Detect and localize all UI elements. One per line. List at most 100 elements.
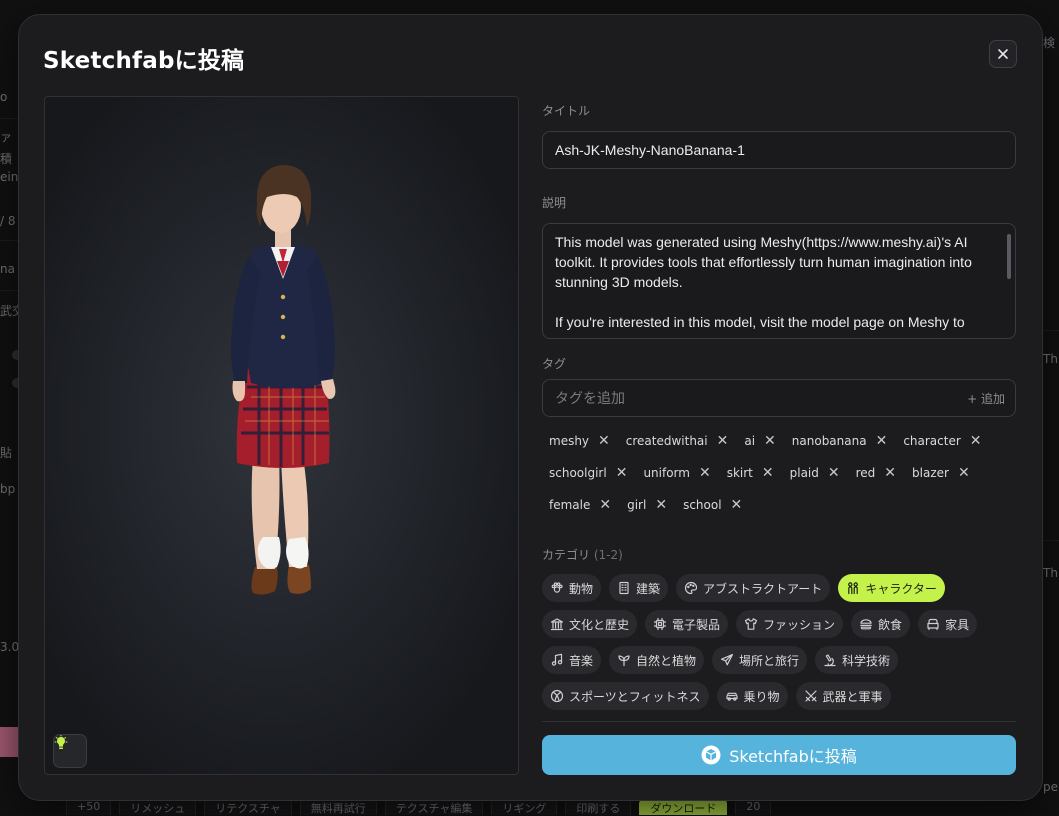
category-label: アブストラクトアート (703, 581, 823, 596)
category-chip[interactable]: 武器と軍事 (795, 682, 891, 710)
remove-tag-icon[interactable]: ✕ (598, 433, 610, 449)
tags-label: タグ (542, 357, 567, 371)
category-label: 武器と軍事 (822, 689, 883, 704)
tag-input-container: + 追加 (542, 379, 1016, 417)
tag-chip: red ✕ (849, 462, 903, 484)
sketchfab-upload-dialog: Sketchfabに投稿 タイトル Ash-JK-Meshy-NanoBanan… (18, 14, 1043, 801)
category-chip[interactable]: 音楽 (542, 646, 602, 674)
category-label: カテゴリ (1-2) (542, 546, 623, 563)
category-label: 文化と歴史 (569, 617, 630, 632)
tag-chip: plaid ✕ (783, 462, 847, 484)
remove-tag-icon[interactable]: ✕ (828, 465, 840, 481)
lightbulb-icon (54, 735, 68, 749)
tag-chip: school ✕ (676, 494, 749, 516)
tag-chip: blazer ✕ (905, 462, 977, 484)
tag-label: ai (744, 434, 756, 448)
category-chip[interactable]: スポーツとフィットネス (542, 682, 709, 710)
form-divider (542, 721, 1016, 722)
tag-label: schoolgirl (549, 466, 607, 480)
remove-tag-icon[interactable]: ✕ (717, 433, 729, 449)
tag-label: skirt (726, 466, 753, 480)
tag-label: meshy (549, 434, 590, 448)
remove-tag-icon[interactable]: ✕ (970, 433, 982, 449)
tag-input[interactable] (555, 390, 968, 406)
tag-chip: uniform ✕ (636, 462, 717, 484)
tag-chip: ai ✕ (737, 430, 782, 452)
ball-icon (550, 689, 564, 703)
category-label: 乗り物 (743, 689, 780, 704)
remove-tag-icon[interactable]: ✕ (884, 465, 896, 481)
palette-icon (684, 581, 698, 595)
add-tag-button[interactable]: + 追加 (967, 390, 1005, 407)
category-chip[interactable]: ファッション (736, 610, 844, 638)
category-chip[interactable]: 建築 (609, 574, 669, 602)
category-label: 家具 (945, 617, 970, 632)
burger-icon (859, 617, 873, 631)
remove-tag-icon[interactable]: ✕ (731, 497, 743, 513)
dialog-title: Sketchfabに投稿 (43, 48, 245, 74)
lighting-toggle-button[interactable] (53, 734, 87, 768)
description-textarea[interactable]: This model was generated using Meshy(htt… (542, 223, 1016, 339)
plane-icon (720, 653, 734, 667)
tag-label: girl (627, 498, 647, 512)
microscope-icon (823, 653, 837, 667)
remove-tag-icon[interactable]: ✕ (699, 465, 711, 481)
remove-tag-icon[interactable]: ✕ (616, 465, 628, 481)
close-icon (998, 49, 1008, 59)
building-icon (617, 581, 631, 595)
description-paragraph: This model was generated using Meshy(htt… (555, 234, 972, 290)
title-input[interactable] (542, 131, 1016, 169)
category-label: 建築 (636, 581, 661, 596)
tag-list: meshy ✕ createdwithai ✕ ai ✕ nanobanana ✕ charac… (542, 430, 1018, 516)
remove-tag-icon[interactable]: ✕ (599, 497, 611, 513)
category-chip[interactable]: 家具 (918, 610, 978, 638)
submit-to-sketchfab-button[interactable]: Sketchfabに投稿 (542, 735, 1016, 775)
tag-label: red (855, 466, 876, 480)
submit-label: Sketchfabに投稿 (729, 747, 857, 766)
category-chip[interactable]: 自然と植物 (609, 646, 705, 674)
remove-tag-icon[interactable]: ✕ (762, 465, 774, 481)
tag-chip: girl ✕ (620, 494, 674, 516)
remove-tag-icon[interactable]: ✕ (876, 433, 888, 449)
tag-chip: schoolgirl ✕ (542, 462, 634, 484)
music-icon (550, 653, 564, 667)
close-button[interactable] (989, 40, 1017, 68)
category-label: 動物 (569, 581, 594, 596)
sofa-icon (926, 617, 940, 631)
category-label: スポーツとフィットネス (569, 689, 701, 704)
category-chip[interactable]: 科学技術 (815, 646, 899, 674)
category-chip[interactable]: 動物 (542, 574, 602, 602)
tag-label: createdwithai (625, 434, 708, 448)
tag-label: female (549, 498, 591, 512)
category-chip[interactable]: 場所と旅行 (712, 646, 808, 674)
tag-chip: meshy ✕ (542, 430, 617, 452)
category-chip[interactable]: 飲食 (851, 610, 911, 638)
tag-label: nanobanana (791, 434, 867, 448)
category-label: 科学技術 (842, 653, 891, 668)
category-list: 動物 建築 アブストラクトアート キャラクター文化と歴史 電子製品 ファッション 飲食 家具音… (542, 574, 1018, 710)
remove-tag-icon[interactable]: ✕ (958, 465, 970, 481)
description-scrollbar[interactable] (1007, 234, 1011, 279)
category-label-text: カテゴリ (542, 548, 591, 562)
category-label: キャラクター (865, 581, 937, 596)
category-chip[interactable]: 文化と歴史 (542, 610, 638, 638)
category-label: 場所と旅行 (739, 653, 800, 668)
category-chip[interactable]: アブストラクトアート (676, 574, 831, 602)
tag-label: plaid (789, 466, 819, 480)
tag-chip: skirt ✕ (720, 462, 781, 484)
tag-chip: character ✕ (896, 430, 988, 452)
category-chip[interactable]: キャラクター (838, 574, 945, 602)
remove-tag-icon[interactable]: ✕ (764, 433, 776, 449)
tag-label: school (683, 498, 722, 512)
category-limit: (1-2) (593, 548, 623, 562)
museum-icon (550, 617, 564, 631)
chip-icon (653, 617, 667, 631)
category-chip[interactable]: 電子製品 (645, 610, 729, 638)
category-chip[interactable]: 乗り物 (716, 682, 788, 710)
remove-tag-icon[interactable]: ✕ (655, 497, 667, 513)
car-icon (725, 689, 739, 703)
model-viewer[interactable] (44, 96, 519, 775)
category-label: 電子製品 (672, 617, 721, 632)
tag-chip: createdwithai ✕ (619, 430, 736, 452)
tag-chip: nanobanana ✕ (785, 430, 895, 452)
